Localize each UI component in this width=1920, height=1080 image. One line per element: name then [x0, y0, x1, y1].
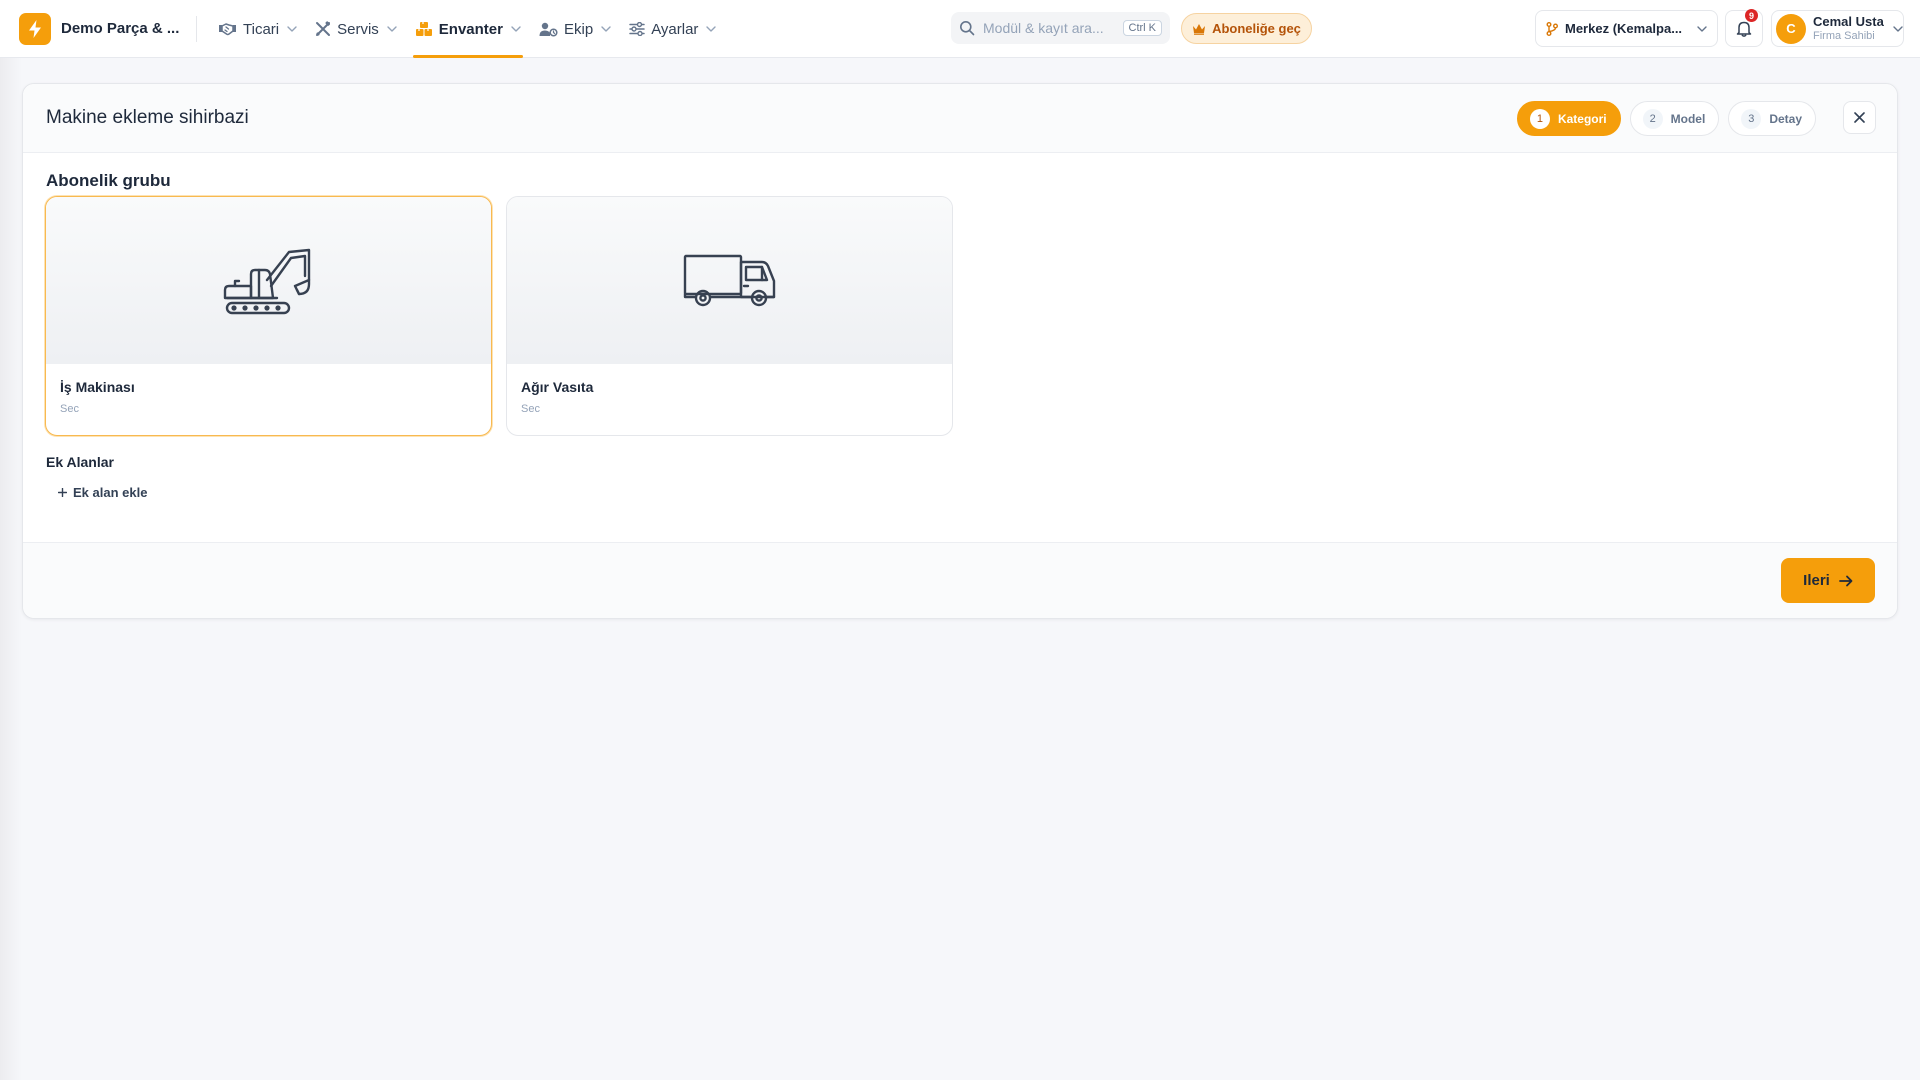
nav-label: Ayarlar: [651, 20, 699, 38]
step-number: 2: [1642, 108, 1663, 129]
bell-icon: [1736, 21, 1752, 37]
top-bar: Demo Parça & ... Ticari Servis Envanter …: [0, 0, 1920, 58]
notification-count-badge: 9: [1745, 9, 1758, 22]
team-icon: [539, 22, 558, 37]
page-title: Makine ekleme sihirbazi: [46, 107, 249, 128]
next-button[interactable]: Ileri: [1781, 558, 1875, 603]
step-kategori[interactable]: 1 Kategori: [1516, 101, 1621, 136]
option-card-agir-vasita[interactable]: Ağır Vasıta Sec: [506, 196, 953, 436]
branch-label: Merkez (Kemalpa...: [1565, 21, 1683, 36]
step-model[interactable]: 2 Model: [1629, 101, 1720, 136]
company-name[interactable]: Demo Parça & ...: [61, 20, 179, 37]
next-label: Ileri: [1803, 572, 1830, 589]
nav-item-servis[interactable]: Servis: [306, 0, 406, 58]
sliders-icon: [629, 22, 645, 36]
handshake-icon: [219, 23, 236, 36]
wizard-header: Makine ekleme sihirbazi 1 Kategori 2 Mod…: [23, 84, 1897, 153]
chevron-down-icon: [511, 26, 521, 32]
option-action-hint: Sec: [521, 403, 540, 415]
branch-icon: [1546, 21, 1558, 36]
close-icon: [1854, 112, 1865, 123]
step-label: Detay: [1769, 111, 1802, 126]
option-name: Ağır Vasıta: [521, 379, 594, 395]
truck-icon: [683, 254, 775, 306]
nav-label: Ekip: [564, 20, 594, 38]
nav-item-ticari[interactable]: Ticari: [209, 0, 306, 58]
nav-item-ekip[interactable]: Ekip: [530, 0, 620, 58]
arrow-right-icon: [1838, 575, 1853, 586]
chevron-down-icon: [1697, 25, 1707, 32]
step-number: 1: [1529, 108, 1550, 129]
wizard-steps: 1 Kategori 2 Model 3 Detay: [1516, 101, 1816, 136]
user-role: Firma Sahibi: [1813, 29, 1875, 42]
machine-wizard-card: Makine ekleme sihirbazi 1 Kategori 2 Mod…: [22, 83, 1898, 619]
chevron-down-icon: [1893, 25, 1903, 32]
extra-fields-title: Ek Alanlar: [46, 454, 114, 470]
crown-icon: [1193, 23, 1206, 35]
subscribe-button[interactable]: Aboneliğe geç: [1181, 13, 1312, 44]
option-action-hint: Sec: [60, 403, 79, 415]
tools-icon: [316, 21, 331, 36]
search-shortcut-hint: Ctrl K: [1122, 20, 1162, 36]
nav-item-ayarlar[interactable]: Ayarlar: [620, 0, 725, 58]
add-field-button[interactable]: Ek alan ekle: [58, 485, 147, 500]
global-search[interactable]: Modül & kayıt ara... Ctrl K: [951, 12, 1170, 44]
search-input[interactable]: Modül & kayıt ara...: [983, 20, 1115, 36]
plus-icon: [58, 488, 67, 497]
step-label: Model: [1670, 111, 1706, 126]
add-field-label: Ek alan ekle: [73, 485, 148, 500]
user-name: Cemal Usta: [1813, 13, 1884, 29]
user-info: Cemal Usta Firma Sahibi: [1813, 13, 1884, 43]
subscribe-label: Aboneliğe geç: [1212, 21, 1301, 36]
option-image: [46, 197, 491, 364]
step-label: Kategori: [1557, 111, 1607, 126]
chevron-down-icon: [706, 26, 717, 32]
nav-label: Servis: [337, 20, 379, 38]
main-nav: Ticari Servis Envanter Ekip Ayarlar: [209, 0, 725, 58]
section-title: Abonelik grubu: [46, 171, 171, 190]
search-icon: [960, 21, 975, 36]
option-card-is-makinasi[interactable]: İş Makinası Sec: [45, 196, 492, 436]
option-image: [507, 197, 952, 364]
wizard-footer: Ileri: [23, 542, 1897, 618]
boxes-icon: [415, 22, 432, 36]
excavator-icon: [223, 248, 310, 314]
app-logo[interactable]: [19, 13, 51, 45]
avatar: C: [1776, 13, 1806, 44]
close-button[interactable]: [1843, 101, 1876, 134]
nav-label: Ticari: [243, 20, 280, 38]
page-edge-shade: [0, 58, 22, 1080]
chevron-down-icon: [287, 26, 297, 32]
chevron-down-icon: [387, 26, 397, 32]
option-name: İş Makinası: [60, 379, 135, 395]
notifications-button[interactable]: 9: [1725, 9, 1763, 47]
branch-selector[interactable]: Merkez (Kemalpa...: [1535, 10, 1718, 47]
step-number: 3: [1741, 108, 1762, 129]
chevron-down-icon: [601, 26, 611, 32]
step-detay[interactable]: 3 Detay: [1728, 101, 1816, 136]
user-menu[interactable]: C Cemal Usta Firma Sahibi: [1771, 10, 1904, 47]
nav-item-envanter[interactable]: Envanter: [406, 0, 530, 58]
lightning-icon: [29, 20, 41, 38]
header-divider: [196, 16, 197, 42]
nav-label: Envanter: [438, 20, 503, 38]
